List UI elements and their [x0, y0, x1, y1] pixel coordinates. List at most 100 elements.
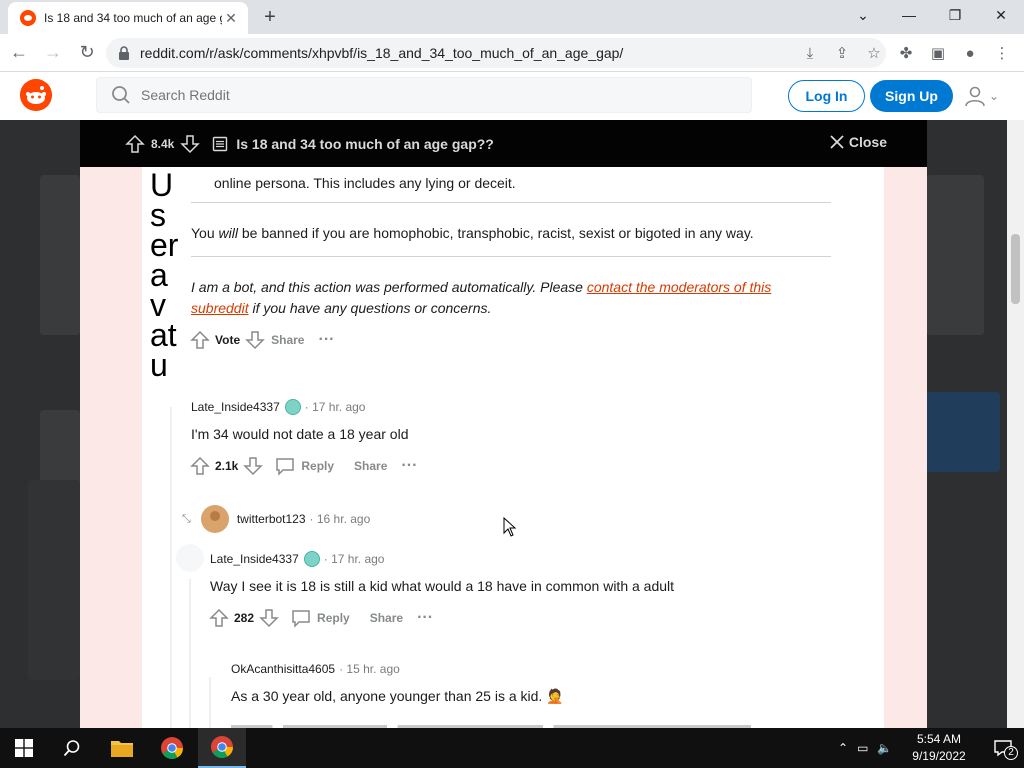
comment-author[interactable]: twitterbot123 [237, 512, 306, 526]
comment-time: · 15 hr. ago [339, 662, 400, 676]
volume-icon[interactable]: 🔈 [877, 741, 892, 755]
comment-timestamp: 17 hr. ago [312, 400, 366, 414]
reload-button[interactable]: ↻ [72, 38, 102, 68]
expand-thread-icon[interactable]: ⤡ [182, 513, 191, 526]
bookmark-star-icon[interactable]: ☆ [858, 38, 890, 68]
downvote-arrow-icon[interactable] [259, 608, 279, 628]
comment-header: Late_Inside4337 · 17 hr. ago [210, 551, 384, 567]
post-text-icon [213, 136, 228, 151]
comment-body: I'm 34 would not date a 18 year old [191, 426, 409, 442]
upvote-arrow-icon[interactable] [125, 134, 145, 154]
comment-time: · 16 hr. ago [309, 512, 371, 526]
sidebar-letters: U s er a v at u [150, 169, 184, 381]
subreddit-link[interactable]: subreddit [191, 300, 249, 316]
file-explorer-button[interactable] [98, 728, 146, 768]
thread-line [189, 579, 191, 728]
chrome-active-taskbar-button[interactable] [198, 728, 246, 768]
comment-author[interactable]: Late_Inside4337 [210, 552, 299, 566]
upvote-arrow-icon[interactable] [190, 330, 210, 350]
rule-text-persona: online persona. This includes any lying … [214, 175, 516, 191]
clock-date: 9/19/2022 [912, 749, 966, 763]
minimize-button[interactable]: — [886, 0, 932, 30]
extensions-puzzle-icon[interactable]: ✤ [890, 38, 922, 68]
close-window-button[interactable]: ✕ [978, 0, 1024, 30]
banned-text-emphasis: will [218, 225, 238, 241]
comment-author[interactable]: OkAcanthisitta4605 [231, 662, 335, 676]
address-bar[interactable]: reddit.com/r/ask/comments/xhpvbf/is_18_a… [106, 38, 886, 68]
browser-extension-icons: ⤓ ⇪ ☆ ✤ ▣ ● ⋮ [794, 38, 1018, 68]
login-button[interactable]: Log In [788, 80, 865, 112]
upvote-arrow-icon[interactable] [190, 456, 210, 476]
reddit-header: Log In Sign Up ⌄ [0, 72, 1024, 120]
comment-score: 2.1k [215, 459, 239, 473]
contact-moderators-link[interactable]: contact the moderators of this [587, 279, 771, 295]
more-options-icon[interactable]: ··· [417, 609, 433, 627]
install-app-icon[interactable]: ⤓ [794, 38, 826, 68]
share-button[interactable]: Share [354, 459, 387, 473]
back-button[interactable]: ← [4, 38, 34, 68]
banned-text-pre: You [191, 225, 219, 241]
share-page-icon[interactable]: ⇪ [826, 38, 858, 68]
mouse-cursor-icon [503, 517, 517, 537]
reply-button[interactable]: Reply [301, 459, 334, 473]
windows-logo-icon [15, 739, 33, 757]
signup-button[interactable]: Sign Up [870, 80, 953, 112]
taskbar-search-button[interactable] [48, 728, 96, 768]
share-button[interactable]: Share [271, 333, 304, 347]
search-input[interactable] [141, 87, 701, 103]
reply-button[interactable]: Reply [317, 611, 350, 625]
browser-tab[interactable]: Is 18 and 34 too much of an age gap?? : … [8, 2, 248, 34]
side-letter: er [150, 227, 179, 263]
tab-search-icon[interactable]: ⌄ [840, 0, 886, 30]
search-icon [112, 86, 130, 104]
user-menu-dropdown[interactable]: ⌄ [964, 84, 1006, 108]
reply-bubble-icon [292, 610, 310, 628]
tab-title: Is 18 and 34 too much of an age gap?? : … [44, 11, 222, 25]
windows-taskbar: ⌃ ▭ 🔈 5:54 AM 9/19/2022 2 [0, 728, 1024, 768]
divider [191, 256, 831, 257]
restore-button[interactable]: ❐ [932, 0, 978, 30]
side-letter: a [150, 257, 168, 293]
more-options-icon[interactable]: ··· [401, 457, 417, 475]
more-options-icon[interactable]: ··· [318, 331, 334, 349]
start-button[interactable] [0, 728, 48, 768]
new-tab-button[interactable]: + [258, 6, 282, 30]
upvote-arrow-icon[interactable] [209, 608, 229, 628]
downvote-arrow-icon[interactable] [245, 330, 265, 350]
thread-line [170, 407, 172, 728]
browser-tab-strip: Is 18 and 34 too much of an age gap?? : … [0, 0, 1024, 34]
downvote-arrow-icon[interactable] [180, 134, 201, 154]
reddit-search-box[interactable] [96, 77, 752, 113]
user-icon [965, 86, 985, 107]
post-score: 8.4k [151, 136, 175, 151]
share-button[interactable]: Share [370, 611, 403, 625]
reddit-logo-icon[interactable] [20, 79, 52, 111]
notification-center-button[interactable]: 2 [982, 728, 1024, 768]
network-icon[interactable]: ▭ [857, 741, 868, 755]
search-icon [63, 740, 80, 757]
comment-time: · 17 hr. ago [304, 400, 366, 414]
banned-text-post: be banned if you are homophobic, transph… [237, 225, 754, 241]
comment-body: Way I see it is 18 is still a kid what w… [210, 578, 675, 594]
scrollbar-thumb[interactable] [1011, 234, 1020, 304]
comment-timestamp: 17 hr. ago [331, 552, 385, 566]
system-tray: ⌃ ▭ 🔈 [838, 728, 901, 768]
taskbar-clock[interactable]: 5:54 AM 9/19/2022 [906, 731, 972, 765]
url-text: reddit.com/r/ask/comments/xhpvbf/is_18_a… [140, 45, 624, 61]
comment-score: 282 [234, 611, 255, 625]
reddit-favicon-icon [20, 10, 36, 26]
downvote-arrow-icon[interactable] [243, 456, 264, 476]
comment-author[interactable]: Late_Inside4337 [191, 400, 280, 414]
side-panel-icon[interactable]: ▣ [922, 38, 954, 68]
close-overlay-button[interactable]: Close [829, 134, 887, 150]
chrome-taskbar-button[interactable] [148, 728, 196, 768]
chevron-up-icon[interactable]: ⌃ [838, 741, 848, 755]
page-scrollbar[interactable] [1007, 120, 1024, 728]
lock-icon [119, 46, 129, 60]
forward-button[interactable]: → [38, 38, 68, 68]
profile-avatar-icon[interactable]: ● [954, 38, 986, 68]
chrome-menu-icon[interactable]: ⋮ [986, 38, 1018, 68]
bot-disclaimer-tail: if you have any questions or concerns. [248, 300, 492, 316]
close-icon [830, 135, 844, 149]
close-tab-icon[interactable]: ✕ [222, 10, 240, 27]
